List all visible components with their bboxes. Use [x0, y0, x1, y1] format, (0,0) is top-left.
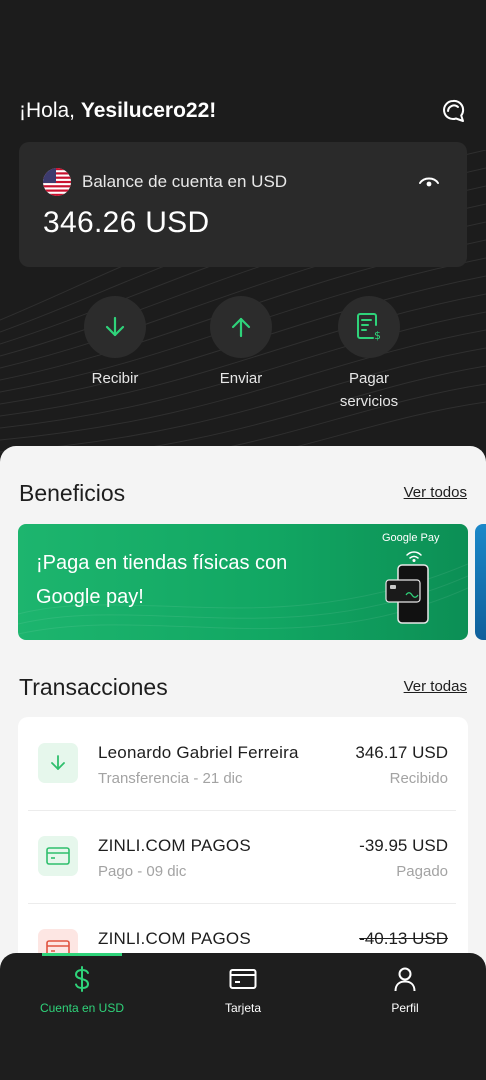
google-pay-label: Google Pay — [382, 532, 440, 544]
toggle-balance-visibility-button[interactable] — [417, 170, 441, 194]
phone-card-icon — [385, 564, 429, 624]
pay-services-label: Pagar servicios — [339, 370, 399, 410]
eye-icon — [419, 177, 439, 187]
transaction-amount: -39.95 USD — [359, 836, 448, 855]
greeting: ¡Hola, Yesilucero22! — [19, 99, 216, 123]
receive-label: Recibir — [91, 370, 139, 387]
benefits-title: Beneficios — [19, 480, 126, 506]
us-flag-icon — [43, 168, 71, 196]
balance-label: Balance de cuenta en USD — [82, 172, 288, 191]
transaction-name: Leonardo Gabriel Ferreira — [98, 743, 299, 762]
send-label: Enviar — [219, 370, 263, 387]
nav-label: Tarjeta — [224, 1001, 262, 1015]
transaction-amount: 346.17 USD — [355, 743, 448, 762]
transactions-see-all-link[interactable]: Ver todas — [404, 678, 467, 695]
transactions-title: Transacciones — [19, 674, 168, 700]
arrow-down-icon — [38, 743, 78, 783]
chat-support-icon — [443, 99, 465, 122]
transaction-row[interactable]: ZINLI.COM PAGOS Pago - 09 dic -39.95 USD… — [18, 810, 468, 903]
nav-label: Perfil — [391, 1001, 419, 1015]
svg-text:$: $ — [374, 329, 381, 342]
google-pay-promo-banner[interactable]: ¡Paga en tiendas físicas con Google pay!… — [18, 524, 468, 640]
transaction-status: Recibido — [389, 770, 448, 787]
chat-support-button[interactable] — [436, 95, 470, 129]
bill-payment-icon: $ — [357, 313, 381, 342]
dollar-icon — [74, 966, 90, 992]
contactless-icon — [406, 551, 422, 562]
greeting-prefix: ¡Hola, — [19, 99, 81, 122]
transaction-name: ZINLI.COM PAGOS — [98, 929, 251, 948]
transaction-amount: -40.13 USD — [359, 929, 448, 948]
send-button[interactable]: Enviar — [181, 296, 301, 390]
card-icon — [38, 836, 78, 876]
active-tab-indicator — [42, 953, 122, 956]
arrow-up-icon — [231, 317, 251, 338]
transaction-detail: Transferencia - 21 dic — [98, 770, 243, 787]
nav-tab-profile[interactable]: Perfil — [340, 965, 470, 1015]
benefits-see-all-link[interactable]: Ver todos — [404, 484, 467, 501]
bottom-navigation: Cuenta en USD Tarjeta Perfil — [0, 953, 486, 1080]
greeting-username: Yesilucero22! — [80, 99, 217, 122]
user-icon — [394, 967, 416, 992]
nav-label: Cuenta en USD — [39, 1001, 125, 1015]
pay-services-button[interactable]: $ Pagar servicios — [309, 296, 429, 413]
balance-amount: 346.26 USD — [43, 206, 210, 239]
card-icon — [229, 969, 257, 989]
nav-tab-usd-account[interactable]: Cuenta en USD — [17, 965, 147, 1015]
transaction-row[interactable]: Leonardo Gabriel Ferreira Transferencia … — [18, 717, 468, 810]
transaction-name: ZINLI.COM PAGOS — [98, 836, 251, 855]
balance-card: Balance de cuenta en USD 346.26 USD — [19, 142, 467, 267]
arrow-down-icon — [105, 316, 125, 337]
header-area: ¡Hola, Yesilucero22! Balance de cuenta e… — [0, 0, 486, 470]
nav-tab-card[interactable]: Tarjeta — [178, 965, 308, 1015]
promo-text: ¡Paga en tiendas físicas con Google pay! — [36, 552, 288, 608]
transaction-detail: Pago - 09 dic — [98, 863, 187, 880]
transaction-status: Pagado — [396, 863, 448, 880]
receive-button[interactable]: Recibir — [55, 296, 175, 390]
next-promo-banner[interactable] — [475, 524, 486, 640]
